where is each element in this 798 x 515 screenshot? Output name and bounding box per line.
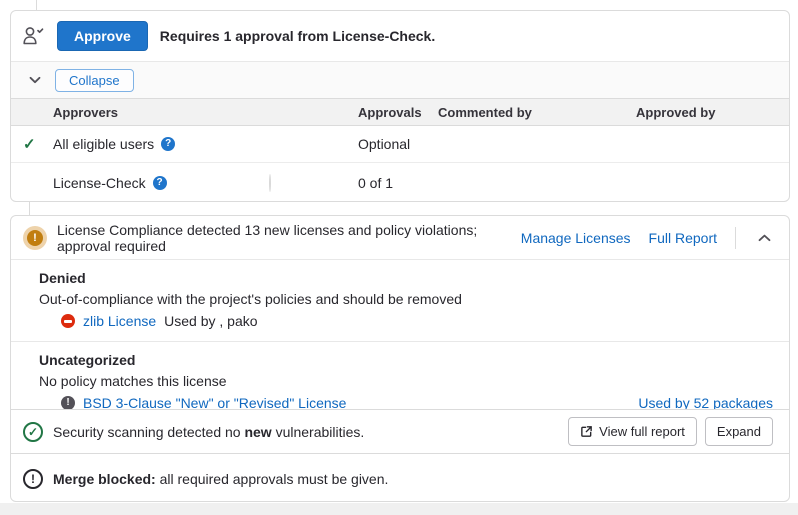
license-item: zlib License Used by , pako [39,310,773,332]
license-summary-text: License Compliance detected 13 new licen… [57,222,511,254]
check-icon: ✓ [23,135,53,153]
merge-blocked-text: Merge blocked: all required approvals mu… [53,471,388,487]
mr-reports-widget: ! License Compliance detected 13 new lic… [10,215,790,502]
license-link[interactable]: BSD 3-Clause "New" or "Revised" License [83,392,346,409]
group-description: Out-of-compliance with the project's pol… [39,289,773,310]
security-scanning-row: ✓ Security scanning detected no new vuln… [11,409,789,453]
table-row: ✓ All eligible users ? Optional [11,126,789,163]
security-summary-text: Security scanning detected no new vulner… [53,424,558,440]
col-approvers: Approvers [53,105,269,120]
timeline-connector [29,202,30,216]
help-icon[interactable]: ? [153,176,167,190]
full-report-link[interactable]: Full Report [649,230,717,246]
requires-approval-text: Requires 1 approval from License-Check. [160,28,435,44]
chevron-down-icon[interactable] [29,76,41,84]
approve-button[interactable]: Approve [57,21,148,51]
group-title: Uncategorized [39,350,773,371]
group-description: No policy matches this license [39,371,773,392]
view-full-report-button[interactable]: View full report [568,417,697,446]
approver-rule-name: All eligible users [53,136,154,152]
denied-icon [61,314,75,328]
group-title: Denied [39,268,773,289]
approvers-table-header: Approvers Approvals Commented by Approve… [11,98,789,126]
divider [735,227,736,249]
col-approved-by: Approved by [636,105,789,120]
table-row: License-Check ? 0 of 1 [11,163,789,202]
chevron-up-icon[interactable] [754,232,775,244]
avatar[interactable] [269,174,271,192]
license-group-denied: Denied Out-of-compliance with the projec… [11,260,789,341]
approver-rule-name: License-Check [53,175,146,191]
license-compliance-header: ! License Compliance detected 13 new lic… [11,216,789,259]
col-commented-by: Commented by [438,105,636,120]
license-report-body: Denied Out-of-compliance with the projec… [11,259,789,409]
manage-licenses-link[interactable]: Manage Licenses [521,230,631,246]
used-by-text: Used by , pako [164,310,257,332]
approvals-value: Optional [358,136,438,152]
col-approvals: Approvals [358,105,438,120]
license-link[interactable]: zlib License [83,310,156,332]
approve-row: Approve Requires 1 approval from License… [11,11,789,61]
collapse-row: Collapse [11,61,789,98]
used-by-link[interactable]: Used by 52 packages [638,392,773,409]
info-icon: ! [61,396,75,409]
success-check-icon: ✓ [23,422,43,442]
external-link-icon [580,425,593,438]
expand-button[interactable]: Expand [705,417,773,446]
exclamation-icon: ! [23,469,43,489]
license-item: ! BSD 3-Clause "New" or "Revised" Licens… [39,392,773,409]
help-icon[interactable]: ? [161,137,175,151]
timeline-connector [36,0,37,10]
user-check-icon [21,25,45,47]
warning-icon: ! [27,230,43,246]
page-background-strip [0,503,798,515]
approvals-value: 0 of 1 [358,175,438,191]
license-group-uncategorized: Uncategorized No policy matches this lic… [11,341,789,409]
collapse-button[interactable]: Collapse [55,69,134,92]
approval-widget: Approve Requires 1 approval from License… [10,10,790,202]
merge-blocked-row: ! Merge blocked: all required approvals … [11,453,789,502]
